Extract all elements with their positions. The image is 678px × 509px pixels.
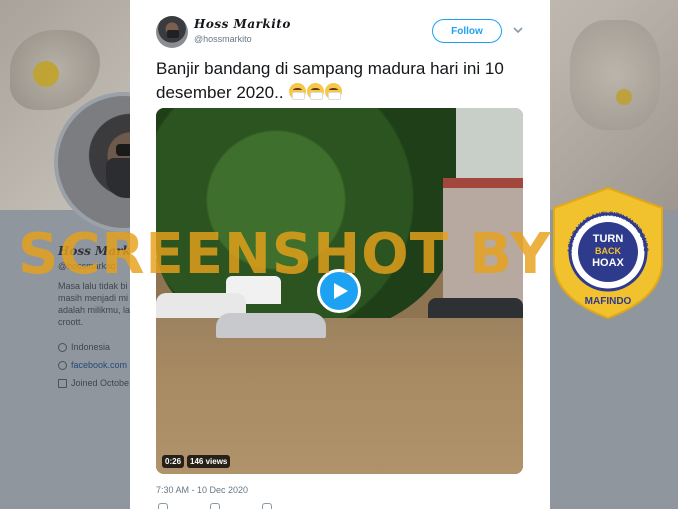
play-button[interactable] [317, 269, 361, 313]
joined-text: Joined Octobe [71, 378, 130, 388]
follow-button[interactable]: Follow [432, 19, 502, 43]
bio-line: Masa lalu tidak bi [58, 281, 128, 291]
grimace-mask-emoji-icon [307, 83, 325, 100]
badge-bottom-text: MAFINDO [585, 296, 632, 307]
profile-joined: Joined Octobe [58, 377, 130, 389]
calendar-icon [58, 378, 67, 388]
play-icon [333, 283, 348, 299]
like-icon[interactable] [262, 503, 272, 509]
tweet-actions [158, 503, 272, 509]
tweet-author-avatar[interactable] [156, 16, 188, 48]
profile-location: Indonesia [58, 341, 110, 353]
badge-line-3: HOAX [592, 257, 624, 269]
tweet-timestamp[interactable]: 7:30 AM - 10 Dec 2020 [156, 485, 248, 495]
tweet-author-handle[interactable]: @hossmarkito [194, 34, 252, 44]
location-icon [58, 342, 67, 352]
tweet-card: Hoss Markito @hossmarkito Follow Banjir … [130, 0, 550, 509]
link-icon [58, 360, 67, 370]
chevron-down-icon[interactable] [512, 24, 524, 36]
bio-line: croott. [58, 317, 84, 327]
mafindo-badge: MASYARAKAT ANTI FITNAH INDONESIA TURN BA… [547, 181, 666, 320]
location-text: Indonesia [71, 342, 111, 352]
tweet-author-name[interactable]: Hoss Markito [194, 17, 291, 31]
bio-line: masih menjadi mi [58, 293, 129, 303]
header-decoration [10, 30, 100, 110]
profile-website[interactable]: facebook.com [58, 359, 130, 371]
video-scene-car [216, 313, 326, 338]
badge-line-1: TURN [593, 233, 624, 245]
grimace-mask-emoji-icon [289, 83, 307, 100]
retweet-icon[interactable] [210, 503, 220, 509]
reply-icon[interactable] [158, 503, 168, 509]
video-badges: 0:26 146 views [162, 455, 231, 468]
badge-line-2: BACK [595, 246, 621, 256]
header-decoration-right [570, 20, 660, 130]
video-duration: 0:26 [162, 455, 185, 468]
video-views: 146 views [187, 455, 231, 468]
profile-bio: Masa lalu tidak bi masih menjadi mi adal… [58, 280, 136, 328]
bio-line: adalah milikmu, la [58, 305, 131, 315]
tweet-video[interactable]: 0:26 146 views [156, 108, 523, 474]
profile-handle: @hossmarkito [58, 261, 116, 271]
tweet-text: Banjir bandang di sampang madura hari in… [156, 57, 526, 105]
grimace-mask-emoji-icon [325, 83, 343, 100]
website-link[interactable]: facebook.com [71, 359, 127, 371]
video-scene-floodwater [156, 318, 523, 474]
